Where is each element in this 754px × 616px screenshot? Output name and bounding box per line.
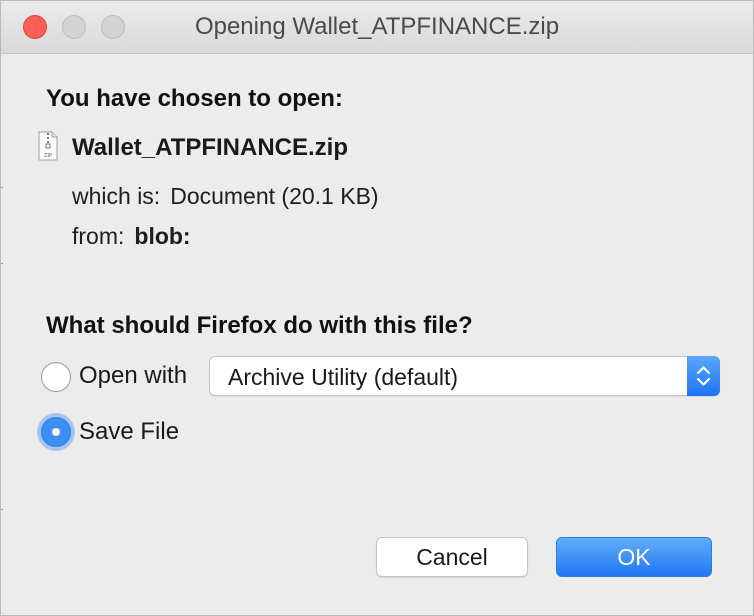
file-name: Wallet_ATPFINANCE.zip bbox=[72, 134, 349, 161]
open-with-radio[interactable] bbox=[41, 362, 71, 392]
title-bar: Opening Wallet_ATPFINANCE.zip bbox=[1, 1, 753, 54]
open-with-label[interactable]: Open with bbox=[79, 362, 187, 390]
window-edge-divider bbox=[1, 509, 3, 510]
zip-file-icon: ZIP bbox=[38, 131, 58, 161]
cancel-button[interactable]: Cancel bbox=[376, 537, 528, 577]
file-type-row: which is: Document (20.1 KB) bbox=[72, 183, 379, 210]
window-edge-divider bbox=[1, 263, 3, 264]
save-file-label[interactable]: Save File bbox=[79, 418, 179, 446]
which-is-label: which is: bbox=[72, 183, 161, 209]
action-question-heading: What should Firefox do with this file? bbox=[46, 312, 473, 339]
select-chevron-updown-icon[interactable] bbox=[687, 356, 720, 396]
window-edge-divider bbox=[1, 187, 3, 188]
file-source-value: blob: bbox=[134, 223, 191, 249]
save-file-radio[interactable] bbox=[41, 417, 71, 447]
from-label: from: bbox=[72, 223, 125, 249]
open-with-app-select[interactable]: Archive Utility (default) bbox=[209, 356, 720, 396]
chosen-to-open-heading: You have chosen to open: bbox=[46, 85, 343, 112]
download-dialog-window: Opening Wallet_ATPFINANCE.zip You have c… bbox=[0, 0, 754, 616]
file-type-value: Document (20.1 KB) bbox=[170, 183, 379, 209]
file-source-row: from: blob: bbox=[72, 223, 191, 250]
open-with-app-value: Archive Utility (default) bbox=[228, 364, 459, 390]
window-title: Opening Wallet_ATPFINANCE.zip bbox=[194, 13, 560, 40]
ok-button[interactable]: OK bbox=[556, 537, 712, 577]
zip-icon-text: ZIP bbox=[44, 153, 52, 159]
